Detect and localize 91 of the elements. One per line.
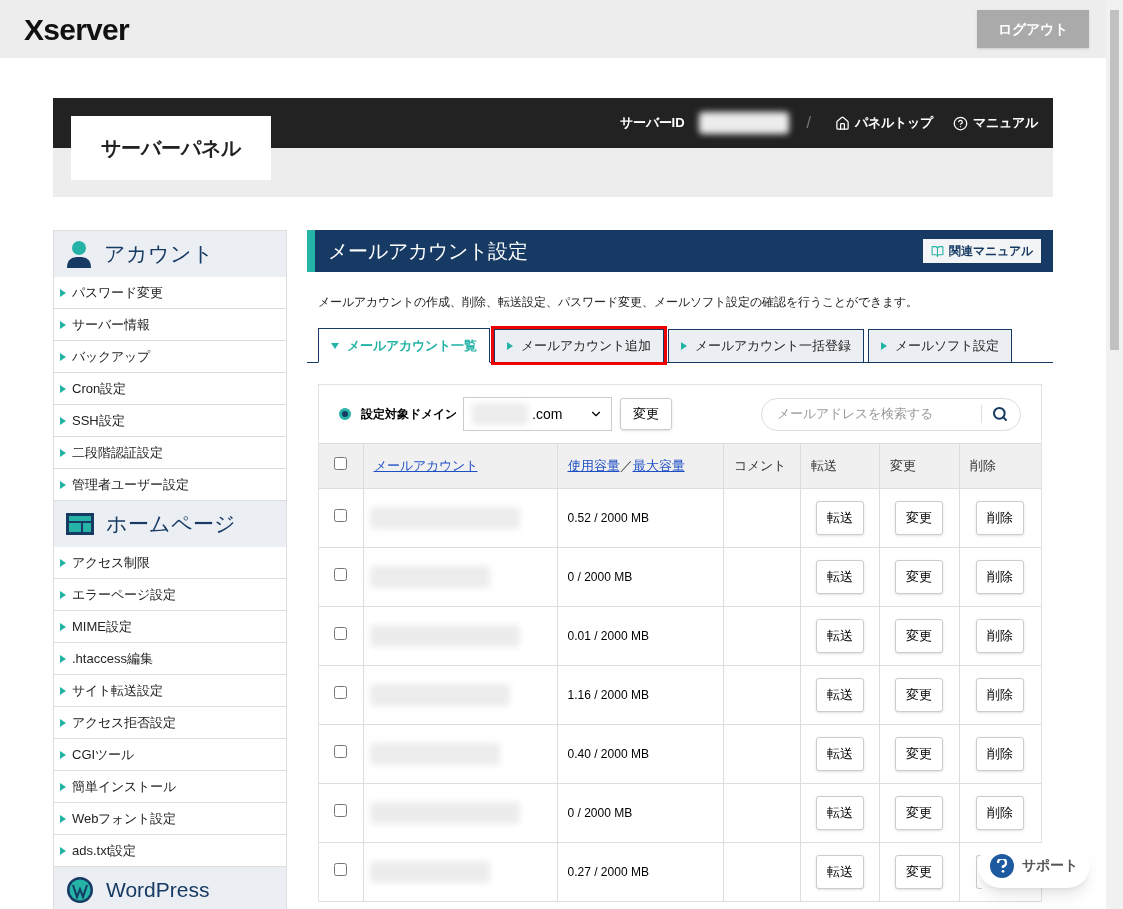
column-header: コメント: [723, 443, 800, 489]
row-checkbox[interactable]: [334, 509, 348, 522]
slash: ／: [619, 458, 633, 474]
edit-button[interactable]: 変更: [895, 560, 943, 594]
triangle-icon: [60, 384, 66, 393]
row-checkbox[interactable]: [334, 745, 348, 758]
usage-text: 0 / 2000 MB: [567, 570, 633, 584]
usage-text: 0 / 2000 MB: [567, 806, 633, 820]
caret-down-icon: [331, 342, 339, 349]
related-manual-button[interactable]: 関連マニュアル: [923, 239, 1041, 263]
triangle-icon: [681, 342, 687, 350]
triangle-icon: [60, 654, 66, 663]
triangle-icon: [60, 320, 66, 329]
section-title: WordPress: [106, 877, 210, 904]
triangle-icon: [60, 288, 66, 297]
forward-button[interactable]: 転送: [815, 737, 864, 771]
search-input[interactable]: メールアドレスを検索する: [777, 404, 971, 424]
wordpress-logo-icon: [66, 876, 94, 904]
forward-button[interactable]: 転送: [815, 560, 864, 594]
forward-button[interactable]: 転送: [815, 855, 864, 889]
delete-button[interactable]: 削除: [976, 737, 1025, 771]
triangle-icon: [60, 622, 66, 631]
row-checkbox[interactable]: [334, 804, 348, 817]
triangle-icon: [60, 416, 66, 425]
usage-text: 0.52 / 2000 MB: [567, 511, 649, 525]
support-button[interactable]: サポート: [978, 843, 1090, 888]
manual-link[interactable]: マニュアル: [953, 113, 1038, 133]
triangle-icon: [60, 846, 66, 855]
usage-text: 0.40 / 2000 MB: [567, 747, 649, 761]
triangle-icon: [60, 686, 66, 695]
book-icon: [931, 244, 944, 258]
triangle-icon: [60, 352, 66, 361]
edit-button[interactable]: 変更: [895, 796, 943, 830]
delete-button[interactable]: 削除: [976, 619, 1025, 653]
delete-button[interactable]: 削除: [976, 796, 1025, 830]
usage-text: 1.16 / 2000 MB: [567, 688, 649, 702]
page-title: メールアカウント設定: [328, 239, 528, 264]
triangle-icon: [881, 342, 887, 350]
edit-button[interactable]: 変更: [895, 619, 943, 653]
home-icon: [835, 115, 850, 131]
description: メールアカウントの作成、削除、転送設定、パスワード変更、メールソフト設定の確認を行うことができます。: [318, 294, 919, 311]
triangle-icon: [60, 718, 66, 727]
row-checkbox[interactable]: [334, 863, 348, 876]
row-checkbox[interactable]: [334, 568, 348, 581]
help-icon: [953, 115, 968, 131]
sort-link[interactable]: メールアカウント: [373, 458, 478, 474]
tab[interactable]: メールアカウント追加: [494, 329, 664, 362]
separator: /: [806, 113, 811, 133]
layout-icon: [66, 513, 94, 535]
triangle-icon: [60, 750, 66, 759]
edit-button[interactable]: 変更: [895, 678, 943, 712]
row-checkbox[interactable]: [334, 686, 348, 699]
triangle-icon: [60, 782, 66, 791]
edit-button[interactable]: 変更: [895, 855, 943, 889]
triangle-icon: [507, 342, 513, 350]
domain-select[interactable]: .com: [463, 397, 612, 431]
section-title: アカウント: [104, 241, 214, 268]
forward-button[interactable]: 転送: [815, 501, 864, 535]
delete-button[interactable]: 削除: [976, 678, 1025, 712]
column-header: 転送: [800, 443, 879, 489]
triangle-icon: [60, 558, 66, 567]
tab[interactable]: メールアカウント一括登録: [668, 329, 864, 362]
triangle-icon: [60, 814, 66, 823]
change-domain-button[interactable]: 変更: [620, 398, 672, 430]
forward-button[interactable]: 転送: [815, 678, 864, 712]
server-id-label: サーバーID: [619, 114, 685, 133]
tab[interactable]: メールソフト設定: [868, 329, 1012, 362]
section-title: ホームページ: [106, 511, 236, 538]
triangle-icon: [60, 448, 66, 457]
panel-top-link[interactable]: パネルトップ: [835, 113, 933, 133]
triangle-icon: [60, 480, 66, 489]
usage-text: 0.27 / 2000 MB: [567, 865, 649, 879]
domain-label: 設定対象ドメイン: [361, 406, 457, 423]
delete-button[interactable]: 削除: [976, 560, 1025, 594]
sort-link[interactable]: 最大容量: [632, 458, 685, 474]
search-icon: [992, 406, 1008, 422]
delete-button[interactable]: 削除: [976, 501, 1025, 535]
row-checkbox[interactable]: [334, 627, 348, 640]
sort-link[interactable]: 使用容量: [567, 458, 620, 474]
edit-button[interactable]: 変更: [895, 501, 943, 535]
select-all-checkbox[interactable]: [334, 457, 348, 470]
forward-button[interactable]: 転送: [815, 796, 864, 830]
person-icon: [66, 240, 92, 268]
forward-button[interactable]: 転送: [815, 619, 864, 653]
usage-text: 0.01 / 2000 MB: [567, 629, 649, 643]
panel-title: サーバーパネル: [71, 116, 271, 180]
column-header: 削除: [959, 443, 1041, 489]
triangle-icon: [60, 590, 66, 599]
column-header: 変更: [879, 443, 959, 489]
logo[interactable]: Xserver: [24, 6, 129, 52]
edit-button[interactable]: 変更: [895, 737, 943, 771]
